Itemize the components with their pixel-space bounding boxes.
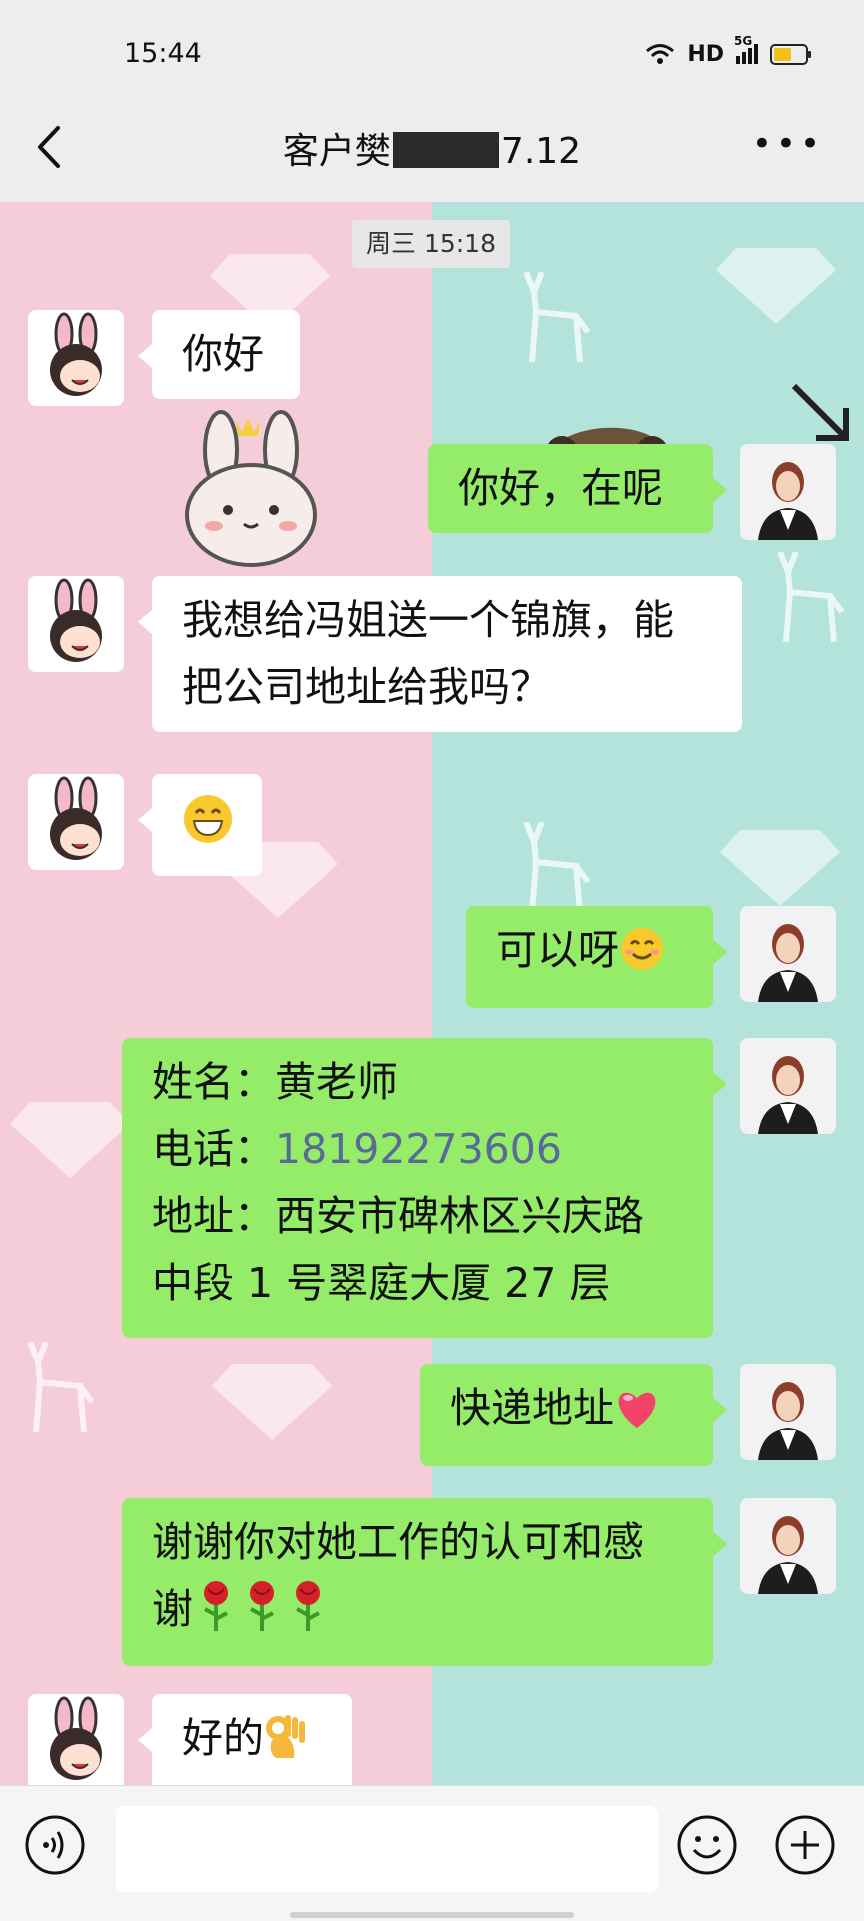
bunny-girl-avatar-icon [28,576,124,672]
diamond-decoration [10,1102,130,1178]
diamond-decoration [212,1364,332,1440]
message-bubble-me[interactable]: 姓名：黄老师 电话：18192273606 地址：西安市碑林区兴庆路 中段 1 … [122,1038,727,1338]
phone-label: 电话： [152,1125,275,1173]
red-heart-emoji [618,1392,656,1428]
diamond-decoration [720,830,840,906]
message-bubble-me[interactable]: 可以呀 [466,906,727,1008]
contact-address-line: 中段 1 号翠庭大厦 27 层 [152,1259,611,1307]
message-bubble-customer[interactable] [138,774,262,876]
woman-photo-avatar-icon [740,906,836,1002]
smiling-face-emoji [621,928,663,970]
ok-hand-emoji [266,1715,305,1758]
contact-name-line: 姓名：黄老师 [152,1058,398,1106]
message-bubble-customer[interactable]: 好的 [138,1694,352,1785]
woman-photo-avatar-icon [740,444,836,540]
grinning-face-emoji [184,795,232,843]
woman-photo-avatar-icon [740,1364,836,1460]
battery-icon [770,43,811,65]
chat-title-suffix: 7.12 [500,131,582,172]
chat-header: 客户樊 7.12 ••• [0,92,864,202]
more-dots-icon[interactable]: ••• [752,127,824,161]
customer-avatar[interactable] [28,576,124,672]
message-input[interactable] [116,1806,658,1892]
chat-title: 客户樊 7.12 [0,122,864,174]
phone-number-link[interactable]: 18192273606 [275,1125,562,1173]
woman-photo-avatar-icon [740,1038,836,1134]
timestamp: 周三 15:18 [352,220,510,268]
arrow-decoration [791,383,849,441]
wifi-icon [646,44,675,64]
voice-icon[interactable] [24,1814,86,1876]
bunny-girl-avatar-icon [28,310,124,406]
bunny-sticker-decoration [185,410,317,567]
message-text: 你好，在呢 [458,464,663,512]
message-text: 可以呀 [496,926,619,974]
contact-address-line: 地址：西安市碑林区兴庆路 [152,1192,644,1240]
diamond-decoration [716,248,836,324]
message-text-line: 我想给冯姐送一个锦旗，能 [182,596,674,644]
deer-decoration [777,552,845,643]
message-bubble-customer[interactable]: 我想给冯姐送一个锦旗，能 把公司地址给我吗？ [138,576,742,732]
redaction-block [392,132,499,168]
my-avatar[interactable] [740,906,836,1002]
rose-emoji [204,1581,228,1631]
chat-area[interactable]: 周三 15:18 你好 你好，在呢 我想给冯姐送一个锦旗，能 把公司地址给我吗？… [0,202,864,1785]
customer-avatar[interactable] [28,310,124,406]
message-text: 谢 [152,1585,193,1633]
message-text: 你好 [182,330,264,378]
bunny-girl-avatar-icon [28,1694,124,1785]
message-bubble-me[interactable]: 快递地址 [420,1364,727,1466]
message-text: 快递地址 [450,1384,614,1432]
message-text: 好的 [182,1714,264,1762]
my-avatar[interactable] [740,1498,836,1594]
rose-emoji [296,1581,320,1631]
message-bubble-customer[interactable]: 你好 [138,310,300,399]
customer-avatar[interactable] [28,774,124,870]
status-time: 15:44 [124,38,202,69]
plus-icon[interactable] [774,1814,836,1876]
emoji-icon[interactable] [676,1814,738,1876]
my-avatar[interactable] [740,1038,836,1134]
message-text-line: 谢 [152,1576,683,1643]
message-bubble-me[interactable]: 你好，在呢 [428,444,727,533]
signal-icon: 5G [734,34,758,64]
status-icons: HD 5G [645,34,811,68]
message-bubble-me[interactable]: 谢谢你对她工作的认可和感 谢 [122,1498,727,1666]
contact-phone-line: 电话：18192273606 [152,1116,683,1183]
home-indicator[interactable] [290,1912,574,1918]
hd-label: HD [687,41,724,67]
message-text-line: 谢谢你对她工作的认可和感 [152,1518,644,1566]
message-text-line: 把公司地址给我吗？ [182,663,551,711]
rose-emoji [250,1581,274,1631]
deer-decoration [27,1342,95,1433]
input-bar [0,1785,864,1921]
signal-label: 5G [734,34,753,48]
woman-photo-avatar-icon [740,1498,836,1594]
my-avatar[interactable] [740,1364,836,1460]
deer-decoration [523,272,591,363]
customer-avatar[interactable] [28,1694,124,1785]
my-avatar[interactable] [740,444,836,540]
bunny-girl-avatar-icon [28,774,124,870]
chat-title-prefix: 客户樊 [282,131,391,172]
